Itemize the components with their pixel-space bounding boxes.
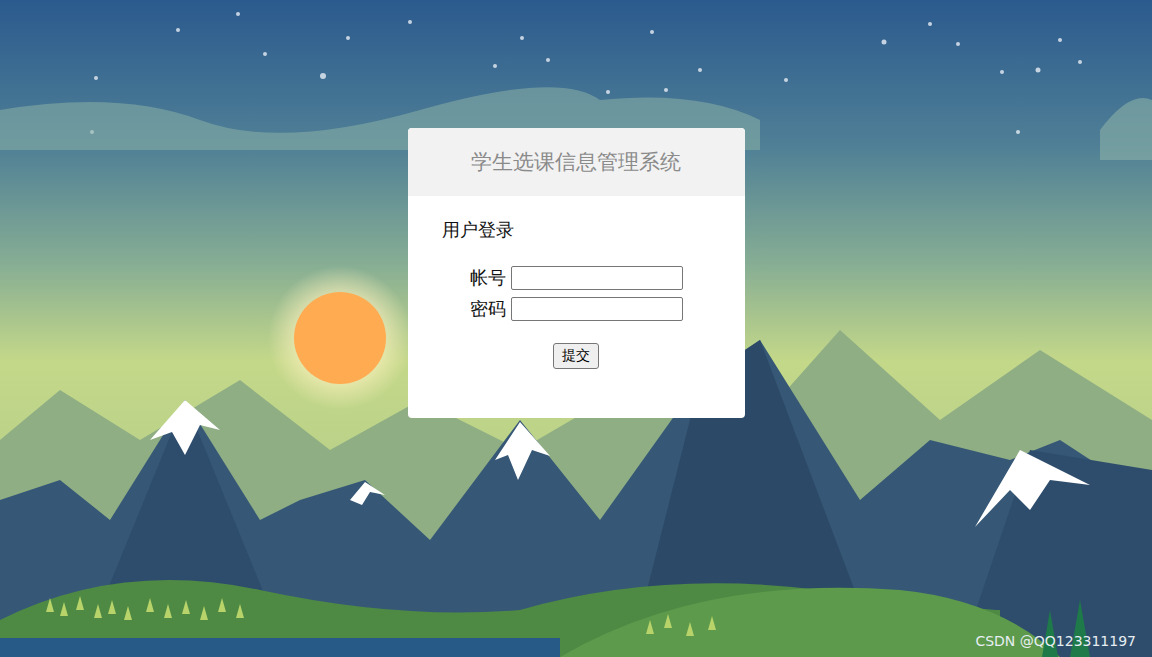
field-input[interactable] xyxy=(511,266,683,290)
card-header: 学生选课信息管理系统 xyxy=(408,128,745,196)
sun-icon xyxy=(294,292,386,384)
field-input[interactable] xyxy=(511,297,683,321)
field-label: 密码 xyxy=(468,297,506,321)
trees xyxy=(46,596,716,636)
login-page: 学生选课信息管理系统用户登录帐号密码提交 CSDN @QQ123311197 xyxy=(0,0,1152,657)
login-heading: 用户登录 xyxy=(442,218,711,242)
snow-cap xyxy=(150,400,220,455)
form-row: 帐号 xyxy=(468,266,711,290)
form-actions: 提交 xyxy=(442,343,711,369)
content-layer: 学生选课信息管理系统用户登录帐号密码提交 xyxy=(0,0,1152,657)
submit-button[interactable]: 提交 xyxy=(553,343,599,369)
watermark: CSDN @QQ123311197 xyxy=(975,633,1152,657)
card-body: 用户登录帐号密码提交 xyxy=(408,196,745,418)
form-row: 密码 xyxy=(468,297,711,321)
login-card: 学生选课信息管理系统用户登录帐号密码提交 xyxy=(408,128,745,418)
lake xyxy=(0,638,560,657)
login-form: 帐号密码提交 xyxy=(442,266,711,369)
system-title: 学生选课信息管理系统 xyxy=(471,148,681,176)
field-label: 帐号 xyxy=(468,266,506,290)
sun-glow xyxy=(268,266,412,410)
